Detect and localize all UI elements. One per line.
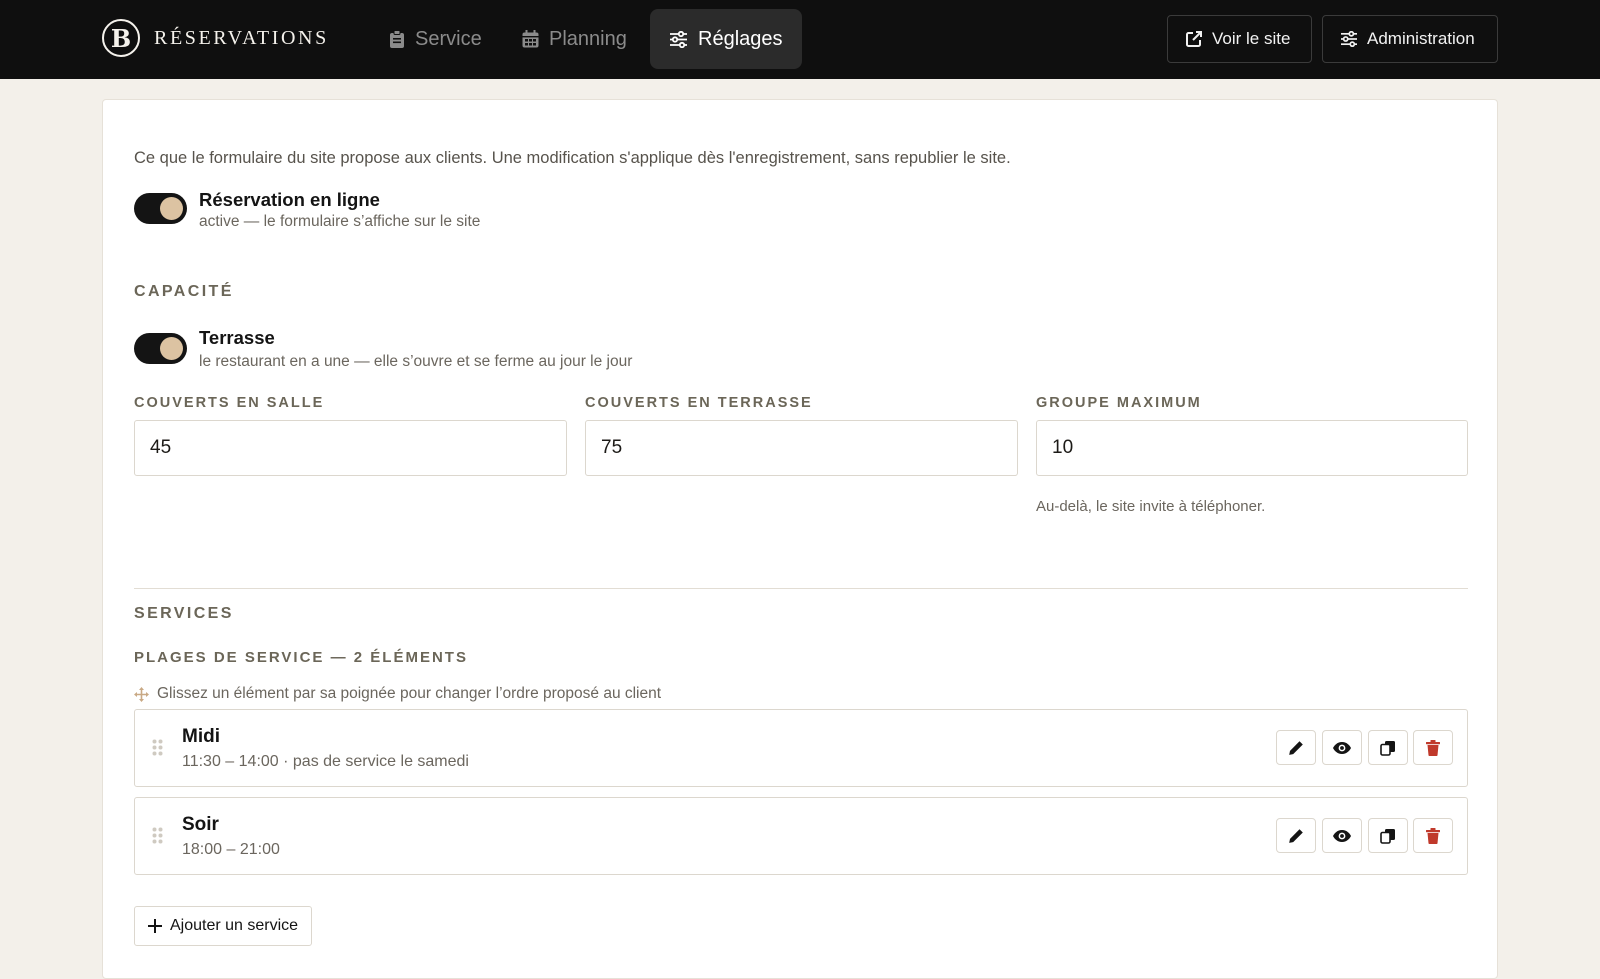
tab-reglages[interactable]: Réglages [650, 9, 802, 69]
service-slots-title: PLAGES DE SERVICE — 2 ÉLÉMENTS [134, 649, 468, 666]
max-group-label: GROUPE MAXIMUM [1036, 395, 1202, 411]
section-divider [134, 588, 1468, 589]
view-site-label: Voir le site [1212, 29, 1291, 48]
delete-button[interactable] [1413, 730, 1453, 765]
tab-reglages-label: Réglages [698, 27, 783, 50]
terrace-covers-value: 75 [601, 437, 623, 458]
drag-handle-icon[interactable] [152, 827, 163, 844]
brand-name: RÉSERVATIONS [154, 26, 329, 49]
max-group-hint: Au-delà, le site invite à téléphoner. [1036, 498, 1266, 515]
terrace-title: Terrasse [199, 327, 275, 348]
preview-button[interactable] [1322, 730, 1362, 765]
move-icon [134, 686, 149, 702]
max-group-value: 10 [1052, 437, 1074, 458]
brand-logo: B [102, 19, 140, 57]
sliders-icon [670, 30, 687, 48]
tab-service-label: Service [415, 27, 482, 50]
copy-icon [1380, 740, 1395, 756]
service-row: Midi 11:30 – 14:00 · pas de service le s… [134, 709, 1468, 787]
calendar-icon [522, 30, 539, 48]
top-navigation-bar: B RÉSERVATIONS Service Planning Réglages… [0, 0, 1600, 79]
duplicate-button[interactable] [1368, 818, 1408, 853]
administration-button[interactable]: Administration [1322, 15, 1498, 63]
eye-icon [1333, 741, 1351, 754]
online-booking-toggle[interactable] [134, 193, 187, 224]
settings-card: Ce que le formulaire du site propose aux… [102, 99, 1498, 979]
terrace-covers-label: COUVERTS EN TERRASSE [585, 395, 813, 411]
toggle-knob [160, 337, 183, 360]
indoor-covers-label: COUVERTS EN SALLE [134, 395, 325, 411]
duplicate-button[interactable] [1368, 730, 1408, 765]
pencil-icon [1289, 828, 1303, 843]
trash-icon [1426, 827, 1440, 844]
edit-button[interactable] [1276, 818, 1316, 853]
eye-icon [1333, 829, 1351, 842]
external-link-icon [1186, 31, 1202, 47]
toggle-knob [160, 197, 183, 220]
online-booking-title: Réservation en ligne [199, 189, 380, 210]
settings-intro: Ce que le formulaire du site propose aux… [134, 149, 1011, 167]
indoor-covers-input[interactable]: 45 [134, 420, 567, 476]
brand[interactable]: B RÉSERVATIONS [102, 19, 329, 57]
services-section-title: SERVICES [134, 605, 234, 622]
terrace-covers-input[interactable]: 75 [585, 420, 1018, 476]
sliders-icon [1341, 31, 1357, 47]
tab-service[interactable]: Service [370, 9, 501, 69]
clipboard-icon [390, 29, 404, 48]
copy-icon [1380, 828, 1395, 844]
add-service-label: Ajouter un service [170, 917, 299, 934]
tab-planning-label: Planning [549, 27, 627, 50]
terrace-desc: le restaurant en a une — elle s’ouvre et… [199, 353, 633, 370]
pencil-icon [1289, 740, 1303, 755]
delete-button[interactable] [1413, 818, 1453, 853]
max-group-input[interactable]: 10 [1036, 420, 1468, 476]
service-detail: 18:00 – 21:00 [182, 841, 280, 858]
indoor-covers-value: 45 [150, 437, 172, 458]
capacity-section-title: CAPACITÉ [134, 283, 234, 300]
administration-label: Administration [1367, 29, 1475, 48]
drag-hint-text: Glissez un élément par sa poignée pour c… [157, 685, 662, 702]
add-service-button[interactable]: Ajouter un service [134, 906, 313, 946]
trash-icon [1426, 739, 1440, 756]
drag-handle-icon[interactable] [152, 739, 163, 756]
service-name: Soir [182, 814, 219, 835]
service-name: Midi [182, 726, 220, 747]
terrace-toggle[interactable] [134, 333, 187, 364]
view-site-button[interactable]: Voir le site [1167, 15, 1312, 63]
tab-planning[interactable]: Planning [503, 9, 646, 69]
online-booking-desc: active — le formulaire s’affiche sur le … [199, 213, 481, 230]
service-row: Soir 18:00 – 21:00 [134, 797, 1468, 875]
edit-button[interactable] [1276, 730, 1316, 765]
plus-icon [148, 919, 162, 933]
preview-button[interactable] [1322, 818, 1362, 853]
drag-hint: Glissez un élément par sa poignée pour c… [134, 685, 661, 703]
service-detail: 11:30 – 14:00 · pas de service le samedi [182, 753, 469, 770]
